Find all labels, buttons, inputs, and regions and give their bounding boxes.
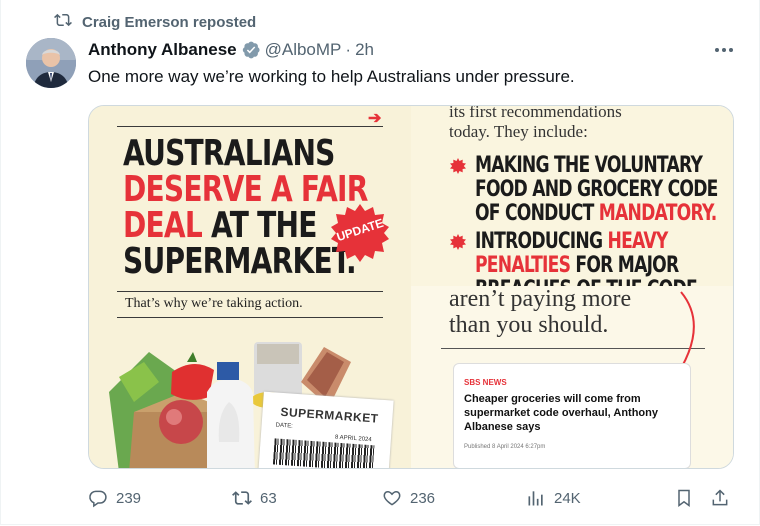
item1-line1: MAKING THE VOLUNTARY — [475, 153, 703, 178]
news-published: Published 8 April 2024 6:27pm — [464, 444, 546, 450]
bookmark-button[interactable] — [674, 486, 694, 510]
headline-line3b: AT THE — [211, 205, 317, 246]
repost-label: Craig Emerson reposted — [82, 13, 257, 31]
item2-line2b: FOR MAJOR — [575, 253, 679, 278]
recommendations-intro: its first recommendations today. They in… — [449, 105, 622, 142]
like-button[interactable]: 236 — [382, 486, 435, 510]
item1-line3b: MANDATORY. — [598, 201, 718, 226]
headline-line1: AUSTRALIANS — [123, 133, 335, 174]
author-handle[interactable]: @AlboMP — [265, 40, 342, 60]
media-panel-left: ➔ AUSTRALIANS DESERVE A FAIR DEAL AT THE… — [89, 106, 411, 468]
like-count: 236 — [410, 489, 436, 507]
intro-line2: today. They include: — [449, 122, 588, 141]
repost-button[interactable]: 63 — [232, 486, 277, 510]
reply-icon — [88, 488, 108, 508]
receipt-title: SUPERMARKET — [280, 404, 380, 426]
views-chart-icon — [526, 488, 546, 508]
divider — [117, 126, 383, 127]
repost-indicator[interactable]: Craig Emerson reposted — [54, 12, 256, 32]
tweet-text: One more way we’re working to help Austr… — [88, 67, 575, 86]
share-button[interactable] — [710, 486, 730, 510]
reply-button[interactable]: 239 — [88, 486, 141, 510]
bottom-caption: aren’t paying more than you should. — [449, 286, 631, 338]
timestamp[interactable]: 2h — [355, 40, 374, 60]
item2-line2a: PENALTIES — [475, 253, 571, 278]
item1-line2: FOOD AND GROCERY CODE — [475, 177, 718, 202]
bookmark-icon — [674, 488, 694, 508]
item2-line1b: HEAVY — [607, 229, 668, 254]
separator-dot: · — [345, 40, 352, 59]
avatar[interactable] — [26, 38, 76, 88]
news-source: SBS NEWS — [464, 378, 507, 387]
headline-line3a: DEAL — [123, 205, 203, 246]
views-count: 24K — [554, 489, 581, 507]
tweet-header: Anthony Albanese @AlboMP · 2h — [88, 38, 374, 62]
divider — [117, 317, 383, 318]
author-name[interactable]: Anthony Albanese — [88, 40, 237, 60]
caption-line2: than you should. — [449, 312, 609, 338]
heart-icon — [382, 488, 402, 508]
burst-bullet-icon — [450, 234, 466, 250]
item1-line3a: OF CONDUCT — [475, 201, 594, 226]
divider — [117, 291, 383, 292]
reply-count: 239 — [116, 489, 142, 507]
subtitle: That’s why we’re taking action. — [125, 296, 303, 311]
repost-count: 63 — [260, 489, 277, 507]
receipt-date: 8 APRIL 2024 — [334, 434, 372, 444]
caption-line1: aren’t paying more — [449, 286, 632, 312]
views-button[interactable]: 24K — [526, 486, 581, 510]
verified-badge-icon[interactable] — [241, 40, 261, 60]
recommendation-item-1: MAKING THE VOLUNTARY FOOD AND GROCERY CO… — [475, 154, 718, 226]
item2-line1a: INTRODUCING — [475, 229, 603, 254]
burst-bullet-icon — [450, 158, 466, 174]
media-panel-right: its first recommendations today. They in… — [411, 105, 733, 468]
receipt-date-label: DATE: — [275, 422, 294, 430]
arrow-right-icon: ➔ — [368, 110, 382, 127]
news-card: SBS NEWS Cheaper groceries will come fro… — [453, 363, 691, 468]
media-panel-right-top: its first recommendations today. They in… — [411, 105, 733, 302]
repost-icon — [54, 11, 72, 33]
intro-line1: its first recommendations — [449, 105, 622, 121]
media-panel-right-bottom: aren’t paying more than you should. SBS … — [411, 286, 733, 468]
repost-icon — [232, 488, 252, 508]
update-badge: UPDATE — [329, 202, 391, 264]
tweet-media[interactable]: ➔ AUSTRALIANS DESERVE A FAIR DEAL AT THE… — [88, 105, 734, 469]
tweet-actions: 239 63 236 24K — [88, 486, 738, 510]
more-options-icon[interactable] — [712, 40, 736, 60]
news-headline: Cheaper groceries will come from superma… — [464, 393, 658, 433]
share-icon — [710, 488, 730, 508]
receipt: SUPERMARKET DATE: 8 APRIL 2024 — [258, 391, 394, 468]
barcode — [272, 438, 375, 468]
